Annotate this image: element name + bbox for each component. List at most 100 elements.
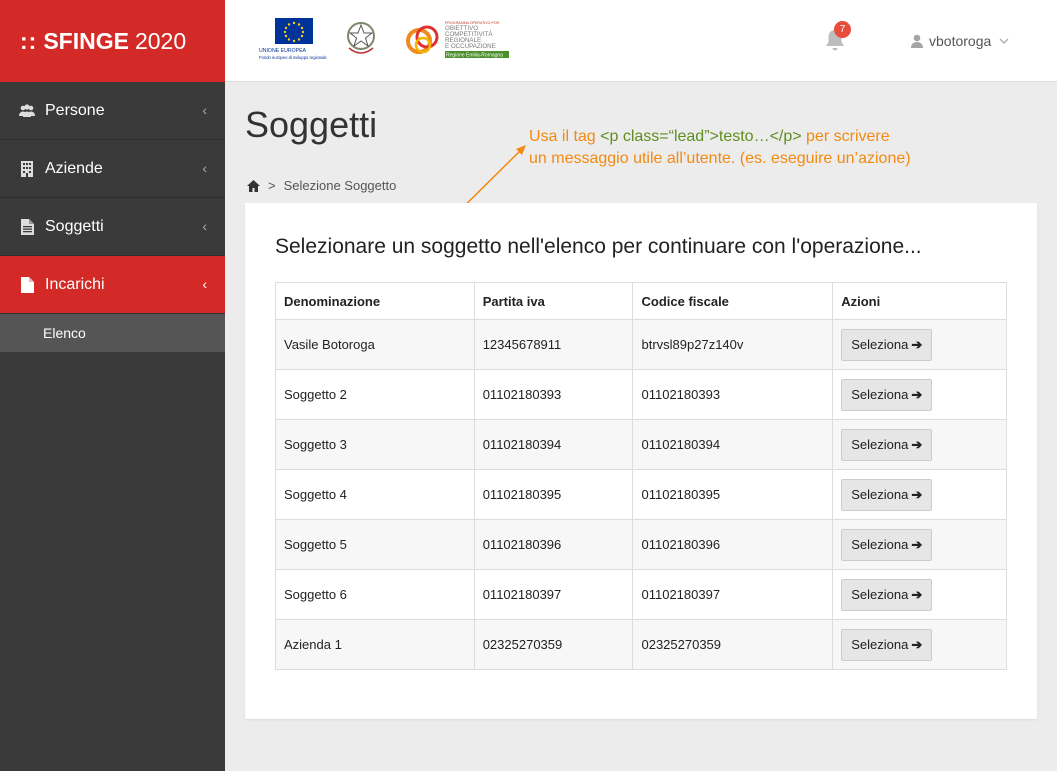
lead-text: Selezionare un soggetto nell'elenco per …: [275, 235, 922, 258]
sidebar-item-soggetti[interactable]: Soggetti ‹: [0, 198, 225, 256]
cell-partita-iva: 01102180393: [473, 369, 634, 420]
cell-azioni: Seleziona ➔: [832, 469, 1007, 520]
cell-azioni: Seleziona ➔: [832, 419, 1007, 470]
cell-partita-iva: 01102180397: [473, 569, 634, 620]
italian-emblem-logo: [345, 18, 377, 58]
arrow-right-icon: ➔: [911, 436, 923, 452]
seleziona-label: Seleziona: [851, 537, 909, 552]
seleziona-label: Seleziona: [851, 637, 909, 652]
cell-partita-iva: 01102180395: [473, 469, 634, 520]
top-bar: UNIONE EUROPEA Fondo europeo di sviluppo…: [225, 0, 1057, 82]
eu-logo-line2: Fondo europeo di sviluppo regionale: [259, 55, 327, 60]
sidebar-item-label: Soggetti: [45, 217, 104, 235]
seleziona-button[interactable]: Seleziona ➔: [841, 378, 933, 411]
document-icon: [18, 218, 36, 236]
arrow-right-icon: ➔: [911, 636, 923, 652]
seleziona-button[interactable]: Seleziona ➔: [841, 328, 933, 361]
cell-azioni: Seleziona ➔: [832, 519, 1007, 570]
sidebar-item-persone[interactable]: Persone ‹: [0, 82, 225, 140]
cell-codice-fiscale: 01102180395: [632, 469, 834, 520]
arrow-right-icon: ➔: [911, 336, 923, 352]
sidebar-subitem-label: Elenco: [43, 325, 86, 341]
table-row: Soggetto 6 01102180397 01102180397 Selez…: [275, 569, 1007, 620]
annotation-note: Usa il tag <p class=“lead”>testo…</p> pe…: [529, 126, 911, 170]
cell-denominazione: Soggetto 2: [275, 369, 475, 420]
building-icon: [18, 160, 36, 178]
user-icon: [911, 34, 923, 48]
breadcrumb-current: Selezione Soggetto: [283, 178, 397, 193]
file-icon: [18, 276, 36, 294]
cell-denominazione: Soggetto 6: [275, 569, 475, 620]
por-fesr-logo: PROGRAMMA OPERATIVO POR OBIETTIVO COMPET…: [405, 17, 513, 61]
por-logo-bottom: Regione Emilia-Romagna: [446, 53, 503, 59]
cell-denominazione: Soggetto 4: [275, 469, 475, 520]
table-row: Soggetto 3 01102180394 01102180394 Selez…: [275, 419, 1007, 470]
brand-name: SFINGE: [43, 27, 129, 54]
sidebar-item-aziende[interactable]: Aziende ‹: [0, 140, 225, 198]
column-header: Partita iva: [473, 282, 634, 320]
user-name: vbotoroga: [929, 33, 992, 49]
cell-codice-fiscale: 01102180397: [632, 569, 834, 620]
arrow-right-icon: ➔: [911, 586, 923, 602]
sidebar: :: SFINGE 2020 Persone ‹ Aziende ‹ Sogge…: [0, 0, 225, 771]
cell-codice-fiscale: 02325270359: [632, 619, 834, 670]
seleziona-button[interactable]: Seleziona ➔: [841, 628, 933, 661]
table-row: Soggetto 5 01102180396 01102180396 Selez…: [275, 519, 1007, 570]
seleziona-button[interactable]: Seleziona ➔: [841, 428, 933, 461]
cell-azioni: Seleziona ➔: [832, 369, 1007, 420]
breadcrumb-separator: >: [268, 178, 276, 193]
chevron-down-icon: [999, 36, 1009, 47]
cell-partita-iva: 01102180396: [473, 519, 634, 570]
arrow-right-icon: ➔: [911, 386, 923, 402]
arrow-right-icon: ➔: [911, 486, 923, 502]
annotation-text-2: per scrivere: [801, 128, 890, 145]
sidebar-item-label: Incarichi: [45, 275, 105, 293]
arrow-right-icon: ➔: [911, 536, 923, 552]
sidebar-item-label: Persone: [45, 101, 105, 119]
cell-azioni: Seleziona ➔: [832, 619, 1007, 670]
brand-year: 2020: [134, 27, 187, 54]
home-icon[interactable]: [247, 179, 260, 192]
sidebar-subitem-elenco[interactable]: Elenco: [0, 314, 225, 352]
seleziona-button[interactable]: Seleziona ➔: [841, 578, 933, 611]
chevron-left-icon: ‹: [202, 102, 207, 118]
annotation-code: <p class=“lead”>testo…</p>: [600, 128, 802, 145]
seleziona-button[interactable]: Seleziona ➔: [841, 528, 933, 561]
user-menu[interactable]: vbotoroga: [911, 33, 1009, 49]
brand-dots: ::: [20, 27, 38, 54]
cell-partita-iva: 02325270359: [473, 619, 634, 670]
eu-logo-line1: UNIONE EUROPEA: [259, 48, 307, 54]
notification-badge[interactable]: 7: [834, 21, 851, 38]
seleziona-label: Seleziona: [851, 387, 909, 402]
table-row: Soggetto 4 01102180395 01102180395 Selez…: [275, 469, 1007, 520]
seleziona-label: Seleziona: [851, 587, 909, 602]
users-icon: [18, 102, 36, 120]
main-panel: Selezionare un soggetto nell'elenco per …: [245, 203, 1037, 719]
seleziona-label: Seleziona: [851, 437, 909, 452]
app-logo[interactable]: :: SFINGE 2020: [0, 0, 225, 82]
cell-partita-iva: 01102180394: [473, 419, 634, 470]
cell-azioni: Seleziona ➔: [832, 319, 1007, 370]
chevron-left-icon: ‹: [202, 160, 207, 176]
soggetti-table: Denominazione Partita iva Codice fiscale…: [275, 282, 1007, 670]
breadcrumb: > Selezione Soggetto: [247, 178, 396, 193]
cell-azioni: Seleziona ➔: [832, 569, 1007, 620]
table-row: Vasile Botoroga 12345678911 btrvsl89p27z…: [275, 319, 1007, 370]
seleziona-label: Seleziona: [851, 487, 909, 502]
chevron-left-icon: ‹: [202, 276, 207, 292]
cell-denominazione: Soggetto 5: [275, 519, 475, 570]
cell-denominazione: Soggetto 3: [275, 419, 475, 470]
column-header: Codice fiscale: [632, 282, 834, 320]
sidebar-item-label: Aziende: [45, 159, 103, 177]
column-header: Denominazione: [275, 282, 475, 320]
cell-partita-iva: 12345678911: [473, 319, 634, 370]
seleziona-button[interactable]: Seleziona ➔: [841, 478, 933, 511]
table-row: Soggetto 2 01102180393 01102180393 Selez…: [275, 369, 1007, 420]
seleziona-label: Seleziona: [851, 337, 909, 352]
por-logo-line4: E OCCUPAZIONE: [445, 43, 496, 50]
annotation-line-2: un messaggio utile all’utente. (es. eseg…: [529, 150, 911, 167]
cell-codice-fiscale: 01102180393: [632, 369, 834, 420]
table-row: Azienda 1 02325270359 02325270359 Selezi…: [275, 619, 1007, 670]
cell-codice-fiscale: 01102180394: [632, 419, 834, 470]
sidebar-item-incarichi[interactable]: Incarichi ‹: [0, 256, 225, 314]
